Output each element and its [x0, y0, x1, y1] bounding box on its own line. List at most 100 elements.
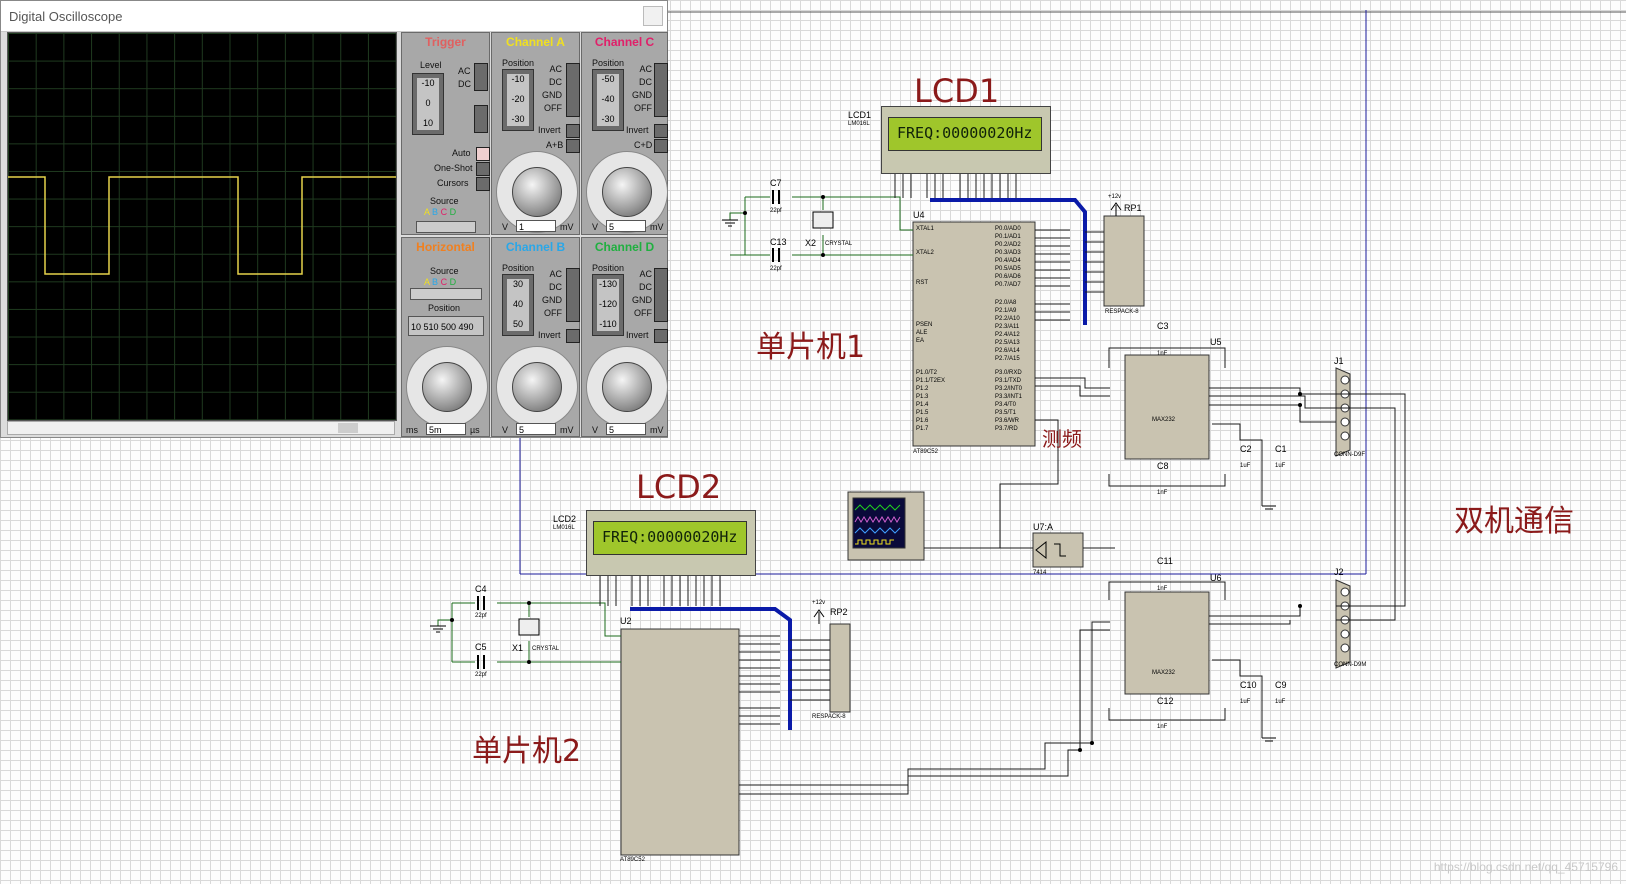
lcd2-module[interactable]: FREQ:00000020Hz — [586, 510, 756, 576]
channel-c-modes: AC DC GND OFF — [632, 63, 652, 115]
u4-pin-label: P1.5 — [916, 410, 929, 416]
channel-d-mode-switch[interactable] — [654, 268, 668, 322]
lcd2-heading: LCD2 — [636, 468, 722, 506]
mode-gnd: GND — [542, 90, 562, 100]
rp1-ref: RP1 — [1124, 203, 1142, 213]
trigger-level-label: Level — [420, 60, 442, 70]
trigger-coupling-switch[interactable] — [474, 63, 488, 91]
channel-d-volts-field[interactable]: 5 — [606, 423, 646, 435]
channel-a-scale: -10 -20 -30 — [507, 74, 529, 126]
u4-pin-label: P0.2/AD2 — [995, 242, 1021, 248]
mode-off: OFF — [634, 103, 652, 113]
trigger-level-scale: -10 0 10 — [417, 78, 439, 130]
u4-pin-label: P1.2 — [916, 386, 929, 392]
c12-ref: C12 — [1157, 696, 1174, 706]
channel-c-invert-label: Invert — [626, 125, 649, 135]
channel-b-volts-field[interactable]: 5 — [516, 423, 556, 435]
u7-model: 7414 — [1033, 570, 1047, 576]
channel-a-invert-button[interactable] — [566, 124, 580, 138]
horizontal-source-letters: A B C D — [424, 277, 456, 287]
lcd1-module[interactable]: FREQ:00000020Hz — [881, 106, 1051, 174]
trigger-source-slider[interactable] — [416, 221, 476, 233]
channel-d-panel: Channel D Position -130 -120 -110 AC DC … — [581, 237, 668, 437]
channel-b-unit-left: V — [502, 425, 509, 435]
trigger-cursors-button[interactable] — [476, 177, 490, 191]
u4-pin-label: PSEN — [916, 322, 933, 328]
u4-pin-label: P1.6 — [916, 418, 929, 424]
u4-pin-label: P2.6/A14 — [995, 348, 1020, 354]
channel-b-mode-switch[interactable] — [566, 268, 580, 322]
u4-pin-label: RST — [916, 280, 928, 286]
horizontal-position-slider[interactable]: 10 510 500 490 — [408, 316, 484, 336]
channel-a-title: Channel A — [506, 35, 565, 49]
channel-b-unit-right: mV — [560, 425, 574, 435]
channel-d-invert-button[interactable] — [654, 329, 668, 343]
oscilloscope-window[interactable]: Digital Oscilloscope Trigger Level -10 0… — [0, 0, 668, 438]
watermark: https://blog.csdn.net/qq_45715796 — [1433, 860, 1618, 874]
channel-b-volts-dial[interactable] — [496, 346, 578, 428]
channel-c-invert-button[interactable] — [654, 124, 668, 138]
trigger-oneshot-button[interactable] — [476, 162, 490, 176]
channel-c-combine-button[interactable] — [654, 139, 668, 153]
mode-dc: DC — [639, 77, 652, 87]
channel-d-invert-label: Invert — [626, 330, 649, 340]
u4-pin-label: P0.0/AD0 — [995, 226, 1021, 232]
u4-pin-label: P3.4/T0 — [995, 402, 1017, 408]
trigger-level-slider[interactable]: -10 0 10 — [412, 73, 444, 135]
u5-ref: U5 — [1210, 337, 1222, 347]
trigger-auto-button[interactable] — [476, 147, 490, 161]
mode-gnd: GND — [632, 295, 652, 305]
u4-pin-label: P3.2/INT0 — [995, 386, 1023, 392]
u4-pin-label: P2.2/A10 — [995, 316, 1020, 322]
c3-ref: C3 — [1157, 321, 1169, 331]
knob-icon — [422, 362, 472, 412]
trigger-edge-switch[interactable] — [474, 105, 488, 133]
scrollbar-thumb[interactable] — [338, 423, 358, 433]
u4-pin-label: XTAL1 — [916, 226, 934, 232]
c2-ref: C2 — [1240, 444, 1252, 454]
trigger-ac-label: AC — [458, 66, 471, 76]
channel-b-position-slider[interactable]: 30 40 50 — [502, 274, 534, 336]
mode-off: OFF — [634, 308, 652, 318]
horizontal-scrollbar[interactable] — [7, 421, 395, 435]
channel-a-position-slider[interactable]: -10 -20 -30 — [502, 69, 534, 131]
channel-b-position-label: Position — [502, 263, 535, 273]
oscilloscope-titlebar[interactable]: Digital Oscilloscope — [1, 1, 667, 32]
scale-bottom: -110 — [599, 319, 617, 329]
channel-c-mode-switch[interactable] — [654, 63, 668, 117]
channel-d-volts-dial[interactable] — [586, 346, 668, 428]
u6-ref: U6 — [1210, 573, 1222, 583]
horizontal-position-label: Position — [428, 303, 461, 313]
channel-b-scale: 30 40 50 — [507, 279, 529, 331]
mode-off: OFF — [544, 308, 562, 318]
comm-label: 双机通信 — [1454, 504, 1574, 539]
u4-pin-label: P1.0/T2 — [916, 370, 938, 376]
x2-model: CRYSTAL — [825, 241, 853, 247]
channel-c-scale: -50 -40 -30 — [597, 74, 619, 126]
lcd2-model: LM016L — [553, 525, 575, 531]
mode-off: OFF — [544, 103, 562, 113]
channel-a-mode-switch[interactable] — [566, 63, 580, 117]
channel-b-modes: AC DC GND OFF — [542, 268, 562, 320]
j1-ref: J1 — [1334, 356, 1344, 366]
horizontal-source-slider[interactable] — [410, 288, 482, 300]
rp1-model: RESPACK-8 — [1105, 309, 1139, 315]
horizontal-time-field[interactable]: 5m — [426, 423, 466, 435]
rp2-supply: +12v — [812, 600, 826, 606]
channel-d-modes: AC DC GND OFF — [632, 268, 652, 320]
u4-pin-label: P3.7/RD — [995, 426, 1018, 432]
c11-value: 1nF — [1157, 586, 1168, 592]
u4-pin-label: P0.1/AD1 — [995, 234, 1021, 240]
knob-icon — [512, 362, 562, 412]
channel-a-volts-field[interactable]: 1 — [516, 220, 556, 232]
channel-b-invert-button[interactable] — [566, 329, 580, 343]
horizontal-time-dial[interactable] — [406, 346, 488, 428]
close-button[interactable] — [643, 6, 663, 26]
channel-c-volts-field[interactable]: 5 — [606, 220, 646, 232]
channel-a-combine-button[interactable] — [566, 139, 580, 153]
channel-d-position-slider[interactable]: -130 -120 -110 — [592, 274, 624, 336]
trigger-cursors-label: Cursors — [437, 178, 469, 188]
c13-ref: C13 — [770, 237, 787, 247]
mode-ac: AC — [639, 64, 652, 74]
channel-c-position-slider[interactable]: -50 -40 -30 — [592, 69, 624, 131]
